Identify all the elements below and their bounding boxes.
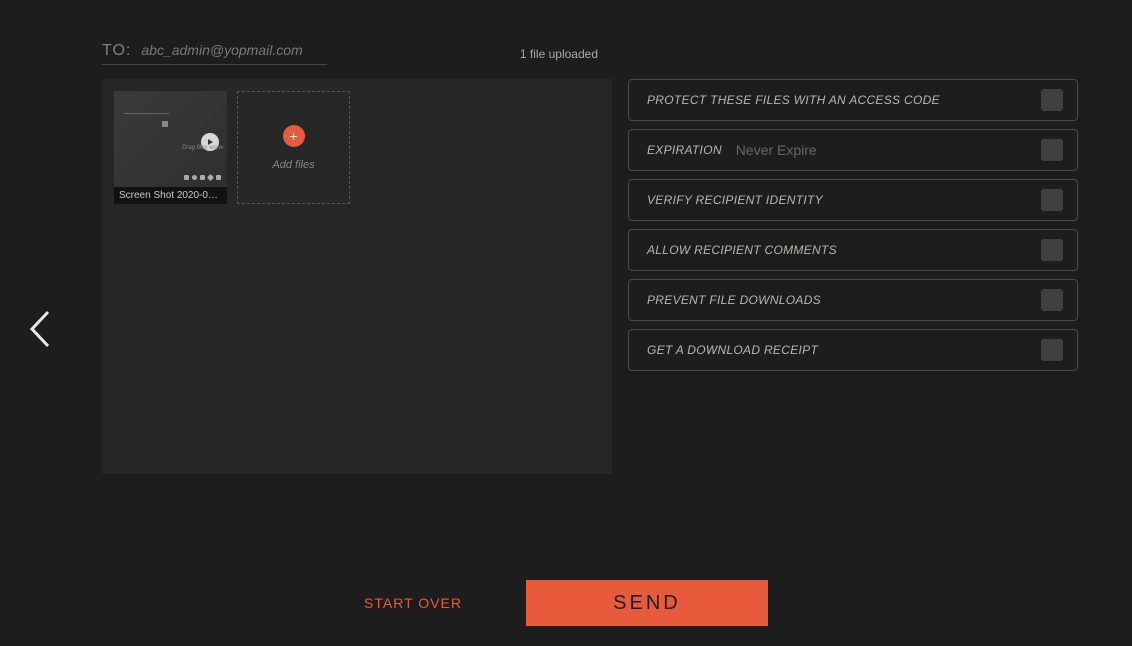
option-download-receipt: GET A DOWNLOAD RECEIPT — [628, 329, 1078, 371]
add-files-label: Add files — [272, 159, 314, 171]
chevron-left-icon — [28, 310, 50, 348]
option-label: EXPIRATION — [647, 143, 722, 157]
toggle-expiration[interactable] — [1041, 139, 1063, 161]
footer: START OVER SEND — [0, 580, 1132, 626]
toggle-access-code[interactable] — [1041, 89, 1063, 111]
option-allow-comments: ALLOW RECIPIENT COMMENTS — [628, 229, 1078, 271]
thumbnail-filename: Screen Shot 2020-02… — [114, 187, 227, 204]
upload-count: 1 file uploaded — [520, 47, 598, 61]
option-protect-access-code: PROTECT THESE FILES WITH AN ACCESS CODE — [628, 79, 1078, 121]
file-thumbnail[interactable]: Drag files anyw Screen Shot 2020-02… — [114, 91, 227, 204]
plus-icon: + — [283, 125, 305, 147]
send-button[interactable]: SEND — [526, 580, 768, 626]
option-expiration: EXPIRATION Never Expire — [628, 129, 1078, 171]
recipient-field[interactable]: TO: — [102, 42, 327, 65]
toggle-verify-recipient[interactable] — [1041, 189, 1063, 211]
to-email-input[interactable] — [141, 42, 321, 58]
thumb-drag-text: Drag files anyw — [182, 145, 223, 151]
option-verify-recipient: VERIFY RECIPIENT IDENTITY — [628, 179, 1078, 221]
back-arrow[interactable] — [28, 310, 50, 353]
header-row: TO: 1 file uploaded — [102, 0, 598, 65]
option-label: PROTECT THESE FILES WITH AN ACCESS CODE — [647, 93, 940, 107]
main-area: Drag files anyw Screen Shot 2020-02… + A… — [102, 79, 1132, 474]
expiration-value: Never Expire — [736, 142, 817, 158]
option-label: VERIFY RECIPIENT IDENTITY — [647, 193, 823, 207]
option-label: GET A DOWNLOAD RECEIPT — [647, 343, 818, 357]
toggle-download-receipt[interactable] — [1041, 339, 1063, 361]
add-files-button[interactable]: + Add files — [237, 91, 350, 204]
option-label: PREVENT FILE DOWNLOADS — [647, 293, 821, 307]
to-label: TO: — [102, 42, 131, 60]
options-panel: PROTECT THESE FILES WITH AN ACCESS CODE … — [628, 79, 1078, 474]
toggle-allow-comments[interactable] — [1041, 239, 1063, 261]
file-panel: Drag files anyw Screen Shot 2020-02… + A… — [102, 79, 612, 474]
toggle-prevent-downloads[interactable] — [1041, 289, 1063, 311]
thumb-icon-row — [184, 175, 221, 180]
option-label: ALLOW RECIPIENT COMMENTS — [647, 243, 837, 257]
start-over-button[interactable]: START OVER — [364, 595, 462, 611]
option-prevent-downloads: PREVENT FILE DOWNLOADS — [628, 279, 1078, 321]
